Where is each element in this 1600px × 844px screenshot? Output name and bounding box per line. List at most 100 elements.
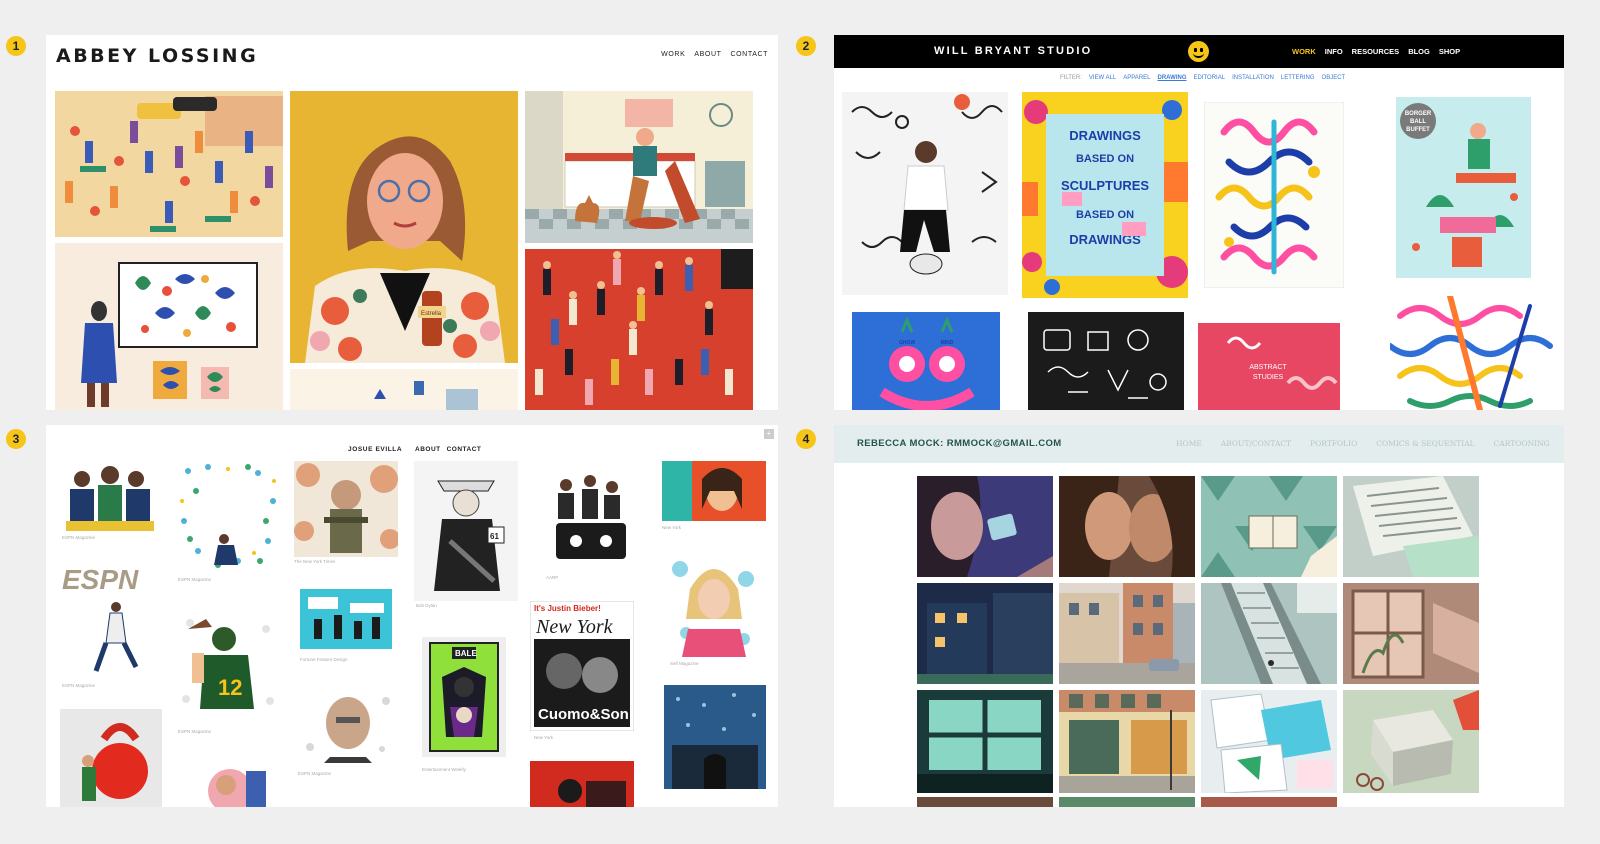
blonde-portrait-tile[interactable] <box>666 549 762 657</box>
row4-tile-3[interactable] <box>1201 797 1337 807</box>
stormy-window-tile[interactable] <box>664 685 766 789</box>
football-players-tile[interactable] <box>62 461 158 535</box>
artist-photo-tile[interactable] <box>842 92 1008 295</box>
night-building-tile[interactable] <box>917 583 1053 684</box>
main-nav: ABOUT CONTACT <box>415 446 481 453</box>
nav-home[interactable]: HOME <box>1176 439 1202 448</box>
newspaper-tile[interactable] <box>1343 476 1479 577</box>
band-cassette-tile[interactable] <box>546 471 636 563</box>
drawings-poster-tile[interactable]: DRAWINGS BASED ON SCULPTURES BASED ON DR… <box>1022 92 1188 298</box>
kettlebell-art <box>60 709 162 807</box>
woman-portrait-tile[interactable] <box>662 461 766 521</box>
nav-about-contact[interactable]: ABOUT/CONTACT <box>1221 439 1291 448</box>
filter-lettering[interactable]: LETTERING <box>1281 75 1315 81</box>
nav-cartooning[interactable]: CARTOONING <box>1494 439 1550 448</box>
storefront-tile[interactable] <box>1059 690 1195 793</box>
nav-blog[interactable]: BLOG <box>1408 47 1430 56</box>
main-nav: WORK INFO RESOURCES BLOG SHOP <box>1292 47 1460 56</box>
book-tiles-tile[interactable] <box>1201 476 1337 577</box>
abstract-studies-art: ABSTRACT STUDIES <box>1198 323 1340 410</box>
squiggle-print-tile[interactable] <box>1204 102 1344 288</box>
bob-dylan-tile[interactable]: 61 <box>414 461 518 601</box>
nav-portfolio[interactable]: PORTFOLIO <box>1310 439 1357 448</box>
stormy-window-art <box>664 685 766 789</box>
two-faces-tile[interactable] <box>1059 476 1195 577</box>
caption: Bob Dylan <box>416 603 437 608</box>
top-nav-bar: WILL BRYANT STUDIO WORK INFO RESOURCES B… <box>834 35 1564 68</box>
escalator-art <box>1201 583 1337 684</box>
nav-shop[interactable]: SHOP <box>1439 47 1460 56</box>
row4-tile-2[interactable] <box>1059 797 1195 807</box>
paper-clutter-tile[interactable] <box>1201 690 1337 793</box>
soldier-tile[interactable] <box>294 461 398 557</box>
kettlebell-tile[interactable] <box>60 709 162 807</box>
filter-apparel[interactable]: APPAREL <box>1123 75 1150 81</box>
filter-installation[interactable]: INSTALLATION <box>1232 75 1274 81</box>
site-title[interactable]: WILL BRYANT STUDIO <box>934 45 1092 57</box>
escalator-tile[interactable] <box>1201 583 1337 684</box>
smiley-logo-icon[interactable] <box>1188 41 1209 62</box>
musicians-illustration[interactable] <box>525 249 753 410</box>
route-sign-number: 61 <box>490 532 499 541</box>
filter-object[interactable]: OBJECT <box>1322 75 1346 81</box>
nav-info[interactable]: INFO <box>1325 47 1343 56</box>
colorful-abstract-tile[interactable] <box>1390 296 1558 410</box>
black-drawings-tile[interactable] <box>1028 312 1184 410</box>
espn-logo-tile[interactable]: ESPN <box>60 563 158 683</box>
nav-contact[interactable]: CONTACT <box>447 446 482 453</box>
gallery-illustration[interactable] <box>55 243 283 410</box>
paper-clutter-art <box>1201 690 1337 793</box>
site-title[interactable]: REBECCA MOCK: RMMOCK@GMAIL.COM <box>857 438 1062 449</box>
crowd-illustration[interactable] <box>55 91 283 237</box>
crowd-art <box>55 91 283 237</box>
bale-batman-tile[interactable]: BALE <box>422 637 506 757</box>
buffet-poster-tile[interactable]: BORGER BALL BUFFET <box>1396 97 1531 278</box>
window-plant-tile[interactable] <box>1343 583 1479 684</box>
partial-portrait-tile[interactable] <box>196 751 266 807</box>
site-title[interactable]: ABBEY LOSSING <box>56 45 258 67</box>
woman-portrait-art <box>662 461 766 521</box>
elderly-man-tile[interactable] <box>302 687 394 763</box>
nav-work[interactable]: WORK <box>1292 47 1316 56</box>
partial-illustration[interactable] <box>290 369 518 410</box>
filter-editorial[interactable]: EDITORIAL <box>1193 75 1225 81</box>
confetti-player-tile[interactable] <box>178 461 280 573</box>
poster-line-1: DRAWINGS <box>1069 128 1141 143</box>
nav-resources[interactable]: RESOURCES <box>1352 47 1400 56</box>
new-york-magazine-tile[interactable]: It's Justin Bieber! New York Cuomo&Son <box>530 601 634 731</box>
filter-drawing[interactable]: DRAWING <box>1157 75 1186 81</box>
nav-work[interactable]: WORK <box>661 51 685 58</box>
caption: New York <box>662 525 682 530</box>
filter-bar: FILTER: VIEW ALL APPAREL DRAWING EDITORI… <box>1060 75 1345 81</box>
caption: ESPN Magazine <box>178 577 212 582</box>
row4-tile-1[interactable] <box>917 797 1053 807</box>
poster-line-2: BASED ON <box>1076 153 1134 165</box>
band-cassette-art <box>546 471 636 563</box>
portrait-illustration[interactable]: Estrella <box>290 91 518 363</box>
nav-contact[interactable]: CONTACT <box>730 51 768 58</box>
green-window-tile[interactable] <box>917 690 1053 793</box>
nav-about[interactable]: ABOUT <box>694 51 721 58</box>
main-nav: HOME ABOUT/CONTACT PORTFOLIO COMICS & SE… <box>1176 439 1550 448</box>
desk-box-tile[interactable] <box>1343 690 1479 793</box>
filter-view-all[interactable]: VIEW ALL <box>1089 75 1116 81</box>
glasses-face-tile[interactable]: GHOW MIND <box>852 312 1000 410</box>
badge-4: 4 <box>796 429 816 449</box>
expand-icon[interactable]: + <box>764 429 774 439</box>
caption: Fortune Feature Design <box>300 657 348 662</box>
abstract-studies-tile[interactable]: ABSTRACT STUDIES <box>1198 323 1340 410</box>
black-drawings-art <box>1028 312 1184 410</box>
green-window-art <box>917 690 1053 793</box>
quarterback-tile[interactable]: 12 <box>178 609 278 721</box>
site-title[interactable]: JOSUE EVILLA <box>348 446 402 453</box>
phone-glow-tile[interactable] <box>917 476 1053 577</box>
nav-about[interactable]: ABOUT <box>415 446 441 453</box>
kitchen-illustration[interactable] <box>525 91 753 243</box>
fortune-tile[interactable] <box>300 589 392 649</box>
badge-2: 2 <box>796 36 816 56</box>
espn-logo-art: ESPN <box>60 563 158 683</box>
musicians-art <box>525 249 753 410</box>
nav-comics[interactable]: COMICS & SEQUENTIAL <box>1376 439 1474 448</box>
red-figure-tile[interactable] <box>530 761 634 807</box>
street-corner-tile[interactable] <box>1059 583 1195 684</box>
